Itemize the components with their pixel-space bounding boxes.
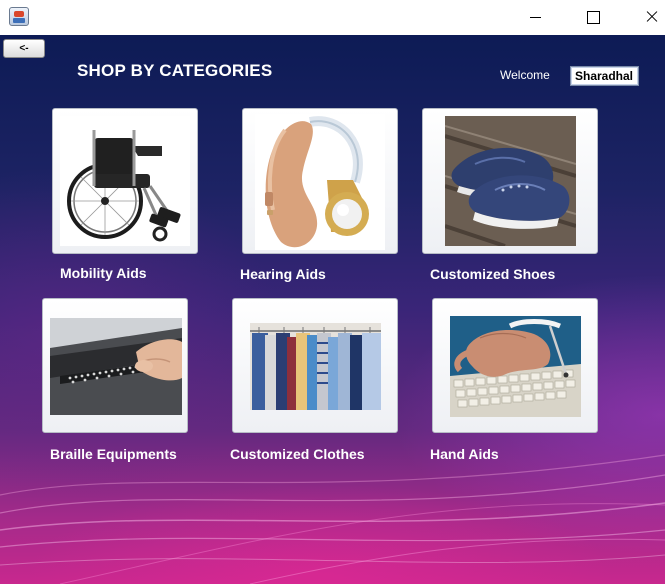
minimize-button[interactable]	[512, 0, 558, 35]
close-button[interactable]	[627, 0, 665, 35]
shoes-image	[445, 116, 576, 246]
clothes-rack-image	[250, 323, 381, 410]
title-bar	[0, 0, 665, 35]
java-cup-icon	[9, 7, 29, 26]
category-button-customized-clothes[interactable]	[232, 298, 398, 433]
category-label-customized-shoes[interactable]: Customized Shoes	[430, 266, 555, 282]
main-panel: <- SHOP BY CATEGORIES Welcome Sharadhal	[0, 35, 665, 584]
hearing-aid-image	[255, 114, 385, 250]
welcome-label: Welcome	[500, 68, 550, 82]
username-field[interactable]: Sharadhal	[570, 66, 639, 86]
category-label-hearing-aids[interactable]: Hearing Aids	[240, 266, 326, 282]
category-label-customized-clothes[interactable]: Customized Clothes	[230, 446, 365, 462]
maximize-button[interactable]	[570, 0, 616, 35]
category-button-hearing-aids[interactable]	[242, 108, 398, 254]
back-button[interactable]: <-	[3, 39, 45, 58]
braille-display-image	[50, 318, 182, 415]
category-button-mobility-aids[interactable]	[52, 108, 198, 254]
category-label-hand-aids[interactable]: Hand Aids	[430, 446, 499, 462]
category-label-mobility-aids[interactable]: Mobility Aids	[60, 265, 147, 281]
category-button-braille-equipments[interactable]	[42, 298, 188, 433]
category-button-customized-shoes[interactable]	[422, 108, 598, 254]
wheelchair-image	[60, 116, 190, 246]
typing-aid-image	[450, 316, 581, 417]
category-button-hand-aids[interactable]	[432, 298, 598, 433]
category-label-braille-equipments[interactable]: Braille Equipments	[50, 446, 177, 462]
page-title: SHOP BY CATEGORIES	[77, 61, 273, 80]
